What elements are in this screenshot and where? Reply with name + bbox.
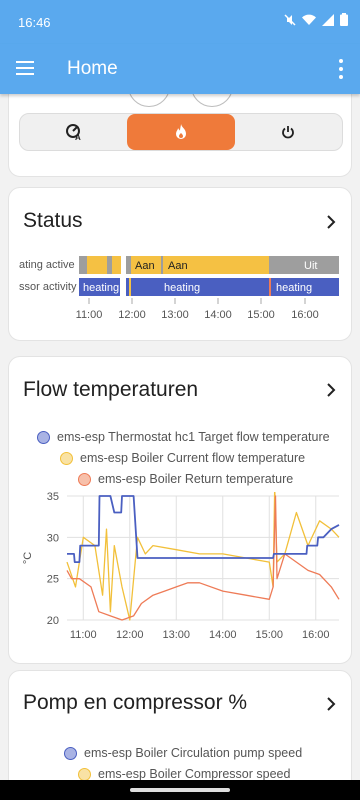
timeline-segment: [126, 256, 131, 274]
legend-color-dot: [64, 746, 77, 760]
signal-icon: [322, 13, 334, 26]
chevron-right-icon[interactable]: [325, 697, 337, 711]
power-icon: [282, 126, 295, 139]
flow-temperature-card: Flow temperaturen ems-esp Thermostat hc1…: [8, 356, 352, 664]
status-icons: [284, 13, 348, 26]
x-tick-label: 12:00: [118, 309, 146, 321]
timeline-segment: [107, 256, 112, 274]
legend-item[interactable]: ems-esp Boiler Compressor speed: [78, 767, 290, 780]
mode-off-button[interactable]: [235, 114, 342, 150]
segment-label-heating: heating: [276, 282, 312, 294]
dashboard-scroll-area[interactable]: A Status ating active Aan Aan Uit ssor a…: [0, 94, 360, 780]
app-bar: Home: [0, 44, 360, 94]
x-tick-label: 14:00: [209, 629, 237, 641]
legend-label: ems-esp Boiler Current flow temperature: [80, 451, 306, 465]
timeline-segment: [161, 256, 163, 274]
thermostat-card: A: [8, 94, 352, 177]
status-row-heating-active: ating active Aan Aan Uit: [19, 256, 339, 274]
battery-icon: [340, 13, 348, 26]
thermostat-auto-icon: A: [65, 124, 81, 141]
legend-color-dot: [37, 430, 50, 444]
home-gesture-handle[interactable]: [130, 788, 230, 792]
y-tick-label: 20: [47, 615, 59, 627]
plus-icon: [191, 94, 233, 107]
segment-label-heating: heating: [164, 282, 200, 294]
pump-compressor-card: Pomp en compressor % ems-esp Boiler Circ…: [8, 670, 352, 780]
legend-label: ems-esp Thermostat hc1 Target flow tempe…: [57, 430, 330, 444]
more-options-icon[interactable]: [338, 58, 344, 80]
mode-heat-button[interactable]: [127, 114, 235, 150]
timeline-segment: [112, 256, 121, 274]
legend-color-dot: [78, 767, 91, 780]
segment-label-uit: Uit: [304, 260, 317, 272]
mode-auto-button[interactable]: A: [20, 114, 127, 150]
y-tick-label: 35: [47, 492, 59, 503]
legend-item[interactable]: ems-esp Boiler Circulation pump speed: [64, 746, 302, 760]
legend-label: ems-esp Boiler Return temperature: [98, 472, 294, 486]
flow-card-title: Flow temperaturen: [23, 378, 199, 401]
status-card-title: Status: [23, 209, 83, 232]
x-tick-label: 11:00: [76, 309, 103, 321]
x-tick-label: 12:00: [116, 629, 144, 641]
mute-vibrate-icon: [284, 13, 296, 26]
timeline-segment: [129, 278, 131, 296]
x-tick-label: 15:00: [255, 629, 283, 641]
status-row-label: ssor activity: [19, 281, 77, 293]
minus-icon: [128, 94, 170, 107]
x-tick-label: 11:00: [70, 629, 97, 641]
legend-label: ems-esp Boiler Compressor speed: [98, 767, 291, 780]
system-status-bar: 16:46: [0, 0, 360, 44]
status-row-label: ating active: [19, 259, 75, 271]
series-line: [66, 492, 340, 621]
legend-color-dot: [60, 451, 73, 465]
x-tick-label: 16:00: [302, 629, 330, 641]
hamburger-menu-icon[interactable]: [16, 58, 36, 78]
chevron-right-icon[interactable]: [325, 383, 337, 397]
status-x-axis: 11:00 12:00 13:00 14:00 15:00 16:00: [76, 298, 319, 321]
pump-card-title: Pomp en compressor %: [23, 691, 248, 714]
status-row-compressor-activity: ssor activity heating heating heating: [19, 278, 339, 296]
legend-item[interactable]: ems-esp Boiler Return temperature: [78, 472, 293, 486]
fire-icon: [175, 124, 186, 139]
x-tick-label: 15:00: [247, 309, 275, 321]
timeline-segment: [269, 278, 271, 296]
y-tick-label: 30: [47, 532, 59, 544]
legend-label: ems-esp Boiler Circulation pump speed: [84, 746, 303, 760]
y-axis-label: °C: [22, 552, 34, 564]
legend-color-dot: [78, 472, 91, 486]
timeline-segment: [87, 256, 107, 274]
segment-label-aan: Aan: [168, 260, 188, 272]
chevron-right-icon[interactable]: [325, 215, 337, 229]
status-card: Status ating active Aan Aan Uit ssor act…: [8, 187, 352, 341]
svg-text:A: A: [75, 133, 81, 141]
system-navigation-bar: [0, 780, 360, 800]
x-tick-label: 13:00: [161, 309, 189, 321]
legend-item[interactable]: ems-esp Thermostat hc1 Target flow tempe…: [37, 430, 330, 444]
clock: 16:46: [18, 15, 51, 30]
segment-label-aan: Aan: [135, 260, 155, 272]
timeline-segment: [126, 278, 129, 296]
page-title: Home: [67, 58, 118, 79]
increase-temperature-button[interactable]: [191, 94, 233, 107]
x-tick-label: 14:00: [204, 309, 232, 321]
legend-item[interactable]: ems-esp Boiler Current flow temperature: [60, 451, 305, 465]
timeline-segment: [79, 256, 87, 274]
x-tick-label: 13:00: [162, 629, 190, 641]
flow-temperature-chart: 35 30 25 20 11:00 12:00 13:00 14:00 15:00 16:00 °C: [22, 492, 340, 641]
wifi-icon: [302, 14, 316, 25]
x-tick-label: 16:00: [291, 309, 319, 321]
decrease-temperature-button[interactable]: [128, 94, 170, 107]
y-tick-label: 25: [47, 574, 59, 586]
segment-label-heating: heating: [83, 282, 119, 294]
hvac-mode-selector: A: [19, 113, 343, 151]
status-timeline: ating active Aan Aan Uit ssor activity h…: [19, 256, 339, 321]
